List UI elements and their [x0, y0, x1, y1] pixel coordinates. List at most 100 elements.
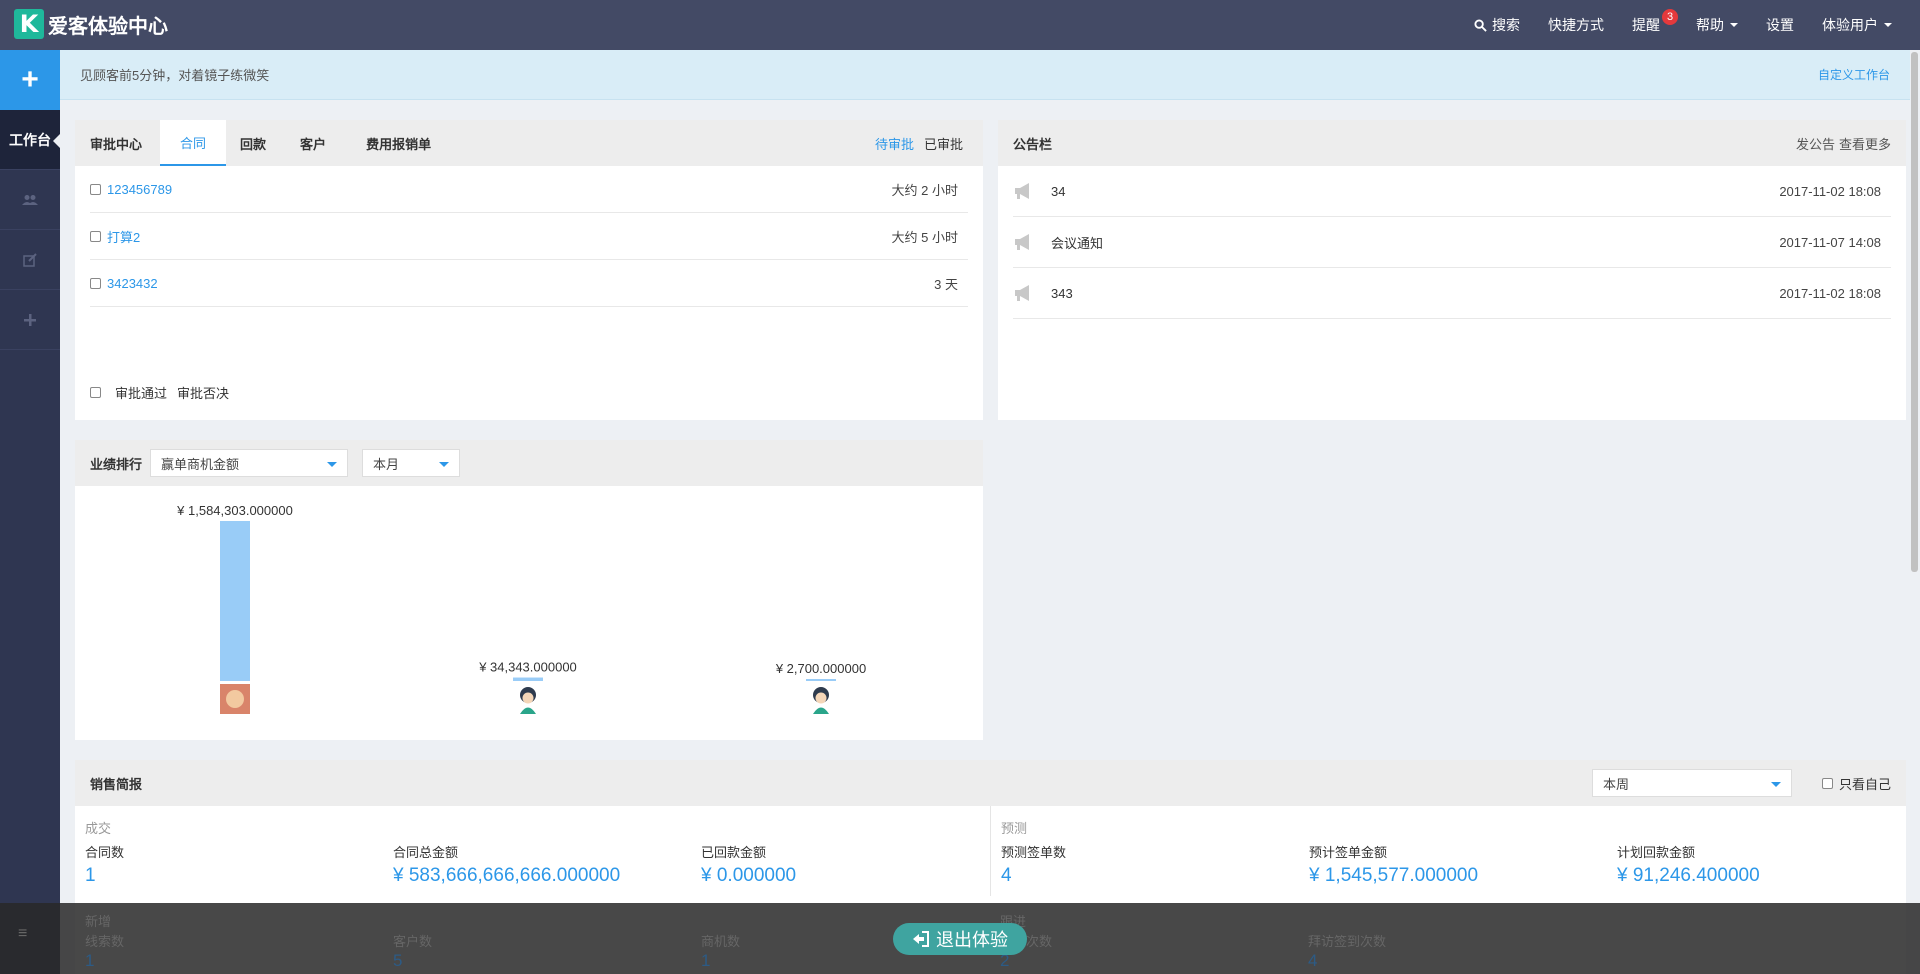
help-label: 帮助 — [1696, 17, 1724, 33]
bulletin-panel: 公告栏 发公告 查看更多 34 2017-11-02 18:08 会议通知 20… — [998, 120, 1906, 420]
stat-label: 预计签单金额 — [1309, 845, 1388, 860]
view-more-link[interactable]: 查看更多 — [1839, 134, 1891, 153]
stat-value[interactable]: ¥ 0.000000 — [701, 865, 796, 887]
stat-value[interactable]: ¥ 583,666,666,666.000000 — [393, 865, 620, 887]
stat-value: 1 — [701, 951, 711, 970]
dropdown-icon — [327, 462, 338, 467]
users-icon — [22, 194, 38, 205]
planned-payment-stat: 计划回款金额 ¥ 91,246.400000 — [1617, 842, 1760, 887]
stat-value: 5 — [393, 951, 403, 970]
forecast-group: 预测 预测签单数 4 预计签单金额 ¥ 1,545,577.000000 计划回款金… — [990, 806, 1906, 896]
select-all-checkbox[interactable] — [90, 387, 101, 398]
approval-panel: 审批中心 合同 回款 客户 费用报销单 待审批 已审批 123456789 大约… — [75, 120, 983, 420]
caret-down-icon — [1884, 23, 1892, 27]
dropdown-icon — [439, 462, 450, 467]
bulletin-actions: 发公告 查看更多 — [1796, 134, 1891, 153]
sidebar-item-workbench[interactable]: 工作台 — [0, 110, 60, 170]
list-item[interactable]: 打算2 大约 5 小时 — [90, 213, 968, 260]
app-title: 爱客体验中心 — [48, 15, 168, 38]
chart-bar[interactable] — [513, 677, 543, 681]
tab-customer[interactable]: 客户 — [280, 120, 346, 166]
stat-value[interactable]: 1 — [85, 865, 124, 887]
sidebar-item-users[interactable] — [0, 170, 60, 230]
approval-item-link[interactable]: 123456789 — [107, 182, 172, 197]
bulletin-title: 公告栏 — [1013, 136, 1053, 152]
chart-bar[interactable] — [220, 521, 250, 681]
row-checkbox[interactable] — [90, 183, 101, 195]
avatar[interactable] — [520, 687, 536, 714]
approve-button[interactable]: 审批通过 — [115, 383, 167, 402]
stat-value[interactable]: ¥ 1,545,577.000000 — [1309, 865, 1478, 887]
post-notice-link[interactable]: 发公告 — [1796, 134, 1835, 153]
bulletin-header: 公告栏 发公告 查看更多 — [998, 120, 1906, 166]
only-me-checkbox[interactable] — [1821, 777, 1833, 789]
only-me-toggle[interactable]: 只看自己 — [1821, 774, 1891, 793]
settings-label: 设置 — [1766, 17, 1794, 33]
sidebar-item-add[interactable] — [0, 290, 60, 350]
approval-item-link[interactable]: 打算2 — [107, 227, 140, 246]
customize-workbench-link[interactable]: 自定义工作台 — [1818, 66, 1890, 83]
tab-contract[interactable]: 合同 — [160, 120, 227, 166]
stat-value[interactable]: ¥ 91,246.400000 — [1617, 865, 1760, 887]
stat-label: 预测签单数 — [1001, 845, 1067, 860]
bulletin-date: 2017-11-07 14:08 — [1779, 234, 1881, 250]
bulletin-date: 2017-11-02 18:08 — [1779, 183, 1881, 199]
shortcuts-button[interactable]: 快捷方式 — [1534, 0, 1618, 50]
contract-count-stat: 合同数 1 — [85, 842, 124, 887]
reminder-count-badge: 3 — [1662, 9, 1678, 25]
list-item[interactable]: 34 2017-11-02 18:08 — [1013, 166, 1891, 217]
bulletin-date: 2017-11-02 18:08 — [1779, 285, 1881, 301]
megaphone-icon — [1015, 285, 1029, 301]
avatar[interactable] — [220, 684, 250, 714]
help-menu[interactable]: 帮助 — [1682, 0, 1752, 50]
exit-overlay: 新增 线索数 1 客户数 5 商机数 1 跟进 跟进次数 2 拜访签到次数 4 … — [0, 903, 1920, 974]
bulletin-text: 34 — [1051, 183, 1066, 199]
row-checkbox[interactable] — [90, 230, 101, 242]
edit-icon — [23, 252, 37, 267]
reject-button[interactable]: 审批否决 — [177, 383, 229, 402]
stat-value: 4 — [1308, 951, 1318, 970]
reminders-button[interactable]: 提醒 3 — [1618, 0, 1682, 50]
approval-item-link[interactable]: 3423432 — [107, 276, 158, 291]
approval-filters: 待审批 已审批 — [875, 134, 983, 153]
avatar[interactable] — [813, 687, 829, 714]
add-button[interactable]: + — [0, 50, 60, 110]
list-item[interactable]: 123456789 大约 2 小时 — [90, 166, 968, 213]
tab-payment[interactable]: 回款 — [226, 120, 280, 166]
top-bar: K 爱客体验中心 搜索 快捷方式 提醒 3 帮助 设置 体验用户 — [0, 0, 1920, 50]
list-item[interactable]: 会议通知 2017-11-07 14:08 — [1013, 217, 1891, 268]
brief-period-select[interactable]: 本周 — [1591, 769, 1792, 797]
ranking-title: 业绩排行 — [90, 456, 143, 472]
stat-value[interactable]: 4 — [1001, 865, 1066, 887]
user-menu[interactable]: 体验用户 — [1808, 0, 1920, 50]
exit-label: 退出体验 — [936, 930, 1008, 950]
stat-value: 1 — [85, 951, 95, 970]
stat-label: 商机数 — [701, 934, 741, 949]
chart-data-label: ¥ 34,343.000000 — [478, 660, 577, 675]
approved-filter[interactable]: 已审批 — [924, 134, 963, 153]
row-checkbox[interactable] — [90, 277, 101, 289]
list-item[interactable]: 343 2017-11-02 18:08 — [1013, 268, 1891, 319]
approval-item-time: 大约 5 小时 — [891, 229, 958, 245]
bulletin-text: 343 — [1051, 285, 1073, 301]
stat-label: 合同总金额 — [393, 845, 459, 860]
pending-filter[interactable]: 待审批 — [875, 134, 914, 153]
forecast-amount-stat: 预计签单金额 ¥ 1,545,577.000000 — [1309, 842, 1478, 887]
settings-button[interactable]: 设置 — [1752, 0, 1808, 50]
app-logo[interactable]: K 爱客体验中心 — [14, 9, 168, 39]
chart-bar[interactable] — [806, 679, 836, 681]
approval-header: 审批中心 合同 回款 客户 费用报销单 待审批 已审批 — [75, 120, 983, 166]
page-scrollbar[interactable] — [1911, 52, 1918, 572]
tab-expense[interactable]: 费用报销单 — [346, 120, 451, 166]
metric-select[interactable]: 赢单商机金额 — [150, 449, 349, 477]
exit-demo-button[interactable]: 退出体验 — [893, 923, 1027, 955]
logo-icon: K — [14, 9, 44, 39]
caret-down-icon — [1730, 23, 1738, 27]
period-select[interactable]: 本月 — [362, 449, 461, 477]
workbench-label: 工作台 — [9, 131, 51, 148]
chart-data-label: ¥ 2,700.000000 — [775, 661, 866, 676]
list-item[interactable]: 3423432 3 天 — [90, 260, 968, 307]
search-button[interactable]: 搜索 — [1460, 0, 1534, 50]
sidebar-item-edit[interactable] — [0, 230, 60, 290]
menu-icon[interactable]: ≡ — [18, 925, 27, 943]
